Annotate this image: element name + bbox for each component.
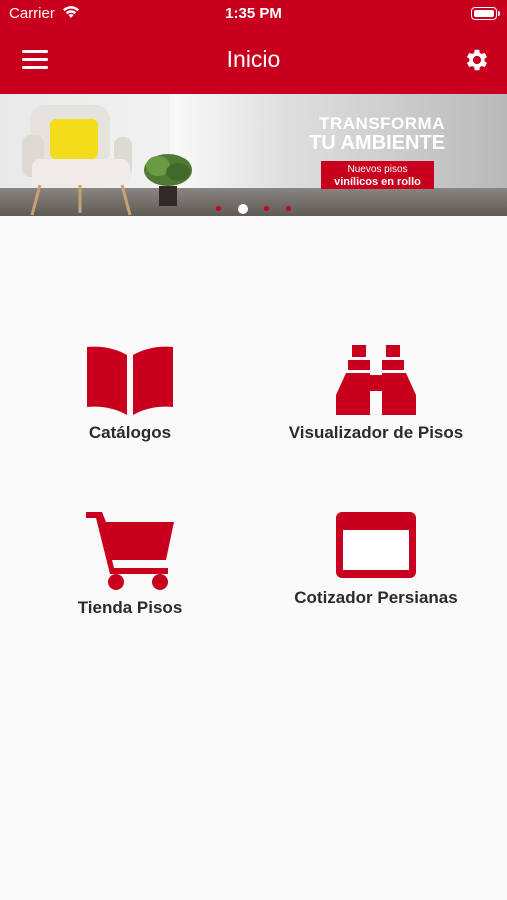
tienda-pisos-button[interactable]: Tienda Pisos	[30, 510, 230, 618]
armchair-image	[22, 105, 132, 216]
promo-banner[interactable]: TRANSFORMA TU AMBIENTE Nuevos pisos viní…	[0, 94, 507, 216]
catalogos-label: Catálogos	[88, 423, 172, 442]
battery-icon	[471, 7, 500, 20]
clock: 1:35 PM	[225, 5, 282, 22]
gear-icon[interactable]	[463, 46, 491, 74]
banner-tag: Nuevos pisos vinílicos en rollo	[321, 161, 434, 189]
catalogos-button[interactable]: Catálogos	[30, 345, 230, 443]
tienda-pisos-label: Tienda Pisos	[77, 598, 183, 617]
carousel-dot[interactable]	[285, 206, 291, 212]
app-header: Carrier 1:35 PM Inicio	[0, 0, 507, 94]
visualizador-label: Visualizador de Pisos	[288, 423, 464, 442]
binoculars-icon	[336, 345, 416, 415]
status-bar: Carrier 1:35 PM	[0, 0, 507, 28]
cotizador-button[interactable]: Cotizador Persianas	[276, 510, 476, 608]
banner-headline-2: TU AMBIENTE	[309, 132, 445, 154]
banner-tag-line1: Nuevos pisos	[347, 164, 408, 175]
cotizador-label: Cotizador Persianas	[294, 588, 458, 607]
banner-headline-1: TRANSFORMA	[319, 114, 445, 133]
window-icon	[336, 512, 416, 578]
banner-tag-line2: vinílicos en rollo	[334, 176, 421, 188]
page-title: Inicio	[226, 46, 281, 72]
open-book-icon	[87, 346, 173, 415]
carousel-dot-active[interactable]	[237, 203, 248, 214]
visualizador-button[interactable]: Visualizador de Pisos	[276, 345, 476, 443]
carousel-dot[interactable]	[264, 206, 270, 212]
carousel-indicator[interactable]	[0, 200, 507, 216]
carousel-dot[interactable]	[216, 206, 222, 212]
shopping-cart-icon	[86, 512, 174, 590]
